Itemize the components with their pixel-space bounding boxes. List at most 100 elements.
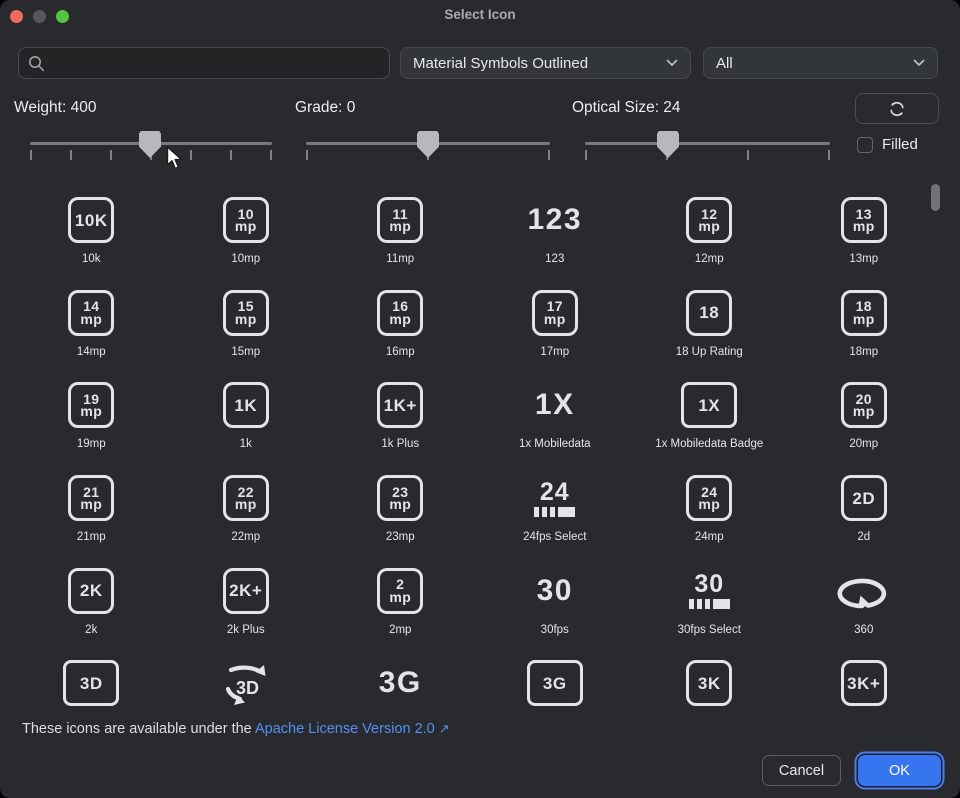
icon-cell-20mp[interactable]: 20mp20mp [787, 365, 942, 458]
icon-label: 2mp [389, 624, 411, 636]
icon-cell-360[interactable]: 360 [787, 551, 942, 644]
slider-tick [548, 150, 550, 160]
icon-cell-11mp[interactable]: 11mp11mp [323, 180, 478, 273]
font-select[interactable]: Material Symbols Outlined [400, 47, 691, 79]
icon-cell-17mp[interactable]: 17mp17mp [478, 273, 633, 366]
icon-label: 13mp [849, 253, 878, 265]
scrollbar-thumb[interactable] [931, 184, 940, 211]
icon-label: 10mp [231, 253, 260, 265]
icon-cell-13mp[interactable]: 13mp 13mp [787, 180, 942, 273]
slider-tick [110, 150, 112, 160]
123-icon: 123 [527, 192, 582, 248]
window-title: Select Icon [0, 7, 960, 22]
icon-cell-18-up-rating[interactable]: 1818 Up Rating [632, 273, 787, 366]
svg-text:3D: 3D [236, 678, 259, 698]
icon-cell-30fps[interactable]: 3030fps [478, 551, 633, 644]
icon-cell-1x-mobiledata-badge[interactable]: 1X1x Mobiledata Badge [632, 365, 787, 458]
cancel-button[interactable]: Cancel [762, 755, 841, 786]
icon-cell-1x-mobiledata[interactable]: 1X1x Mobiledata [478, 365, 633, 458]
icon-label: 20mp [849, 438, 878, 450]
license-link[interactable]: Apache License Version 2.0 [255, 721, 435, 737]
weight-slider[interactable] [30, 130, 272, 162]
icon-cell-22mp[interactable]: 22mp22mp [169, 458, 324, 551]
2d-icon: 2D [841, 470, 887, 526]
slider-thumb[interactable] [417, 131, 439, 158]
18-up-rating-icon: 18 [686, 285, 732, 341]
icon-cell-24mp[interactable]: 24mp 24mp [632, 458, 787, 551]
icon-cell-123[interactable]: 123123 [478, 180, 633, 273]
12mp-icon: 12mp [686, 192, 732, 248]
icon-cell-30fps-select[interactable]: 3030fps Select [632, 551, 787, 644]
optical-size-label: Optical Size: 24 [572, 99, 681, 117]
icon-cell-18mp[interactable]: 18mp 18mp [787, 273, 942, 366]
24mp-icon: 24mp [686, 470, 732, 526]
slider-thumb[interactable] [657, 131, 679, 158]
font-select-value: Material Symbols Outlined [413, 55, 666, 72]
search-input[interactable] [52, 54, 380, 73]
icon-cell-2mp[interactable]: 2mp2mp [323, 551, 478, 644]
icon-cell-3g-badge[interactable]: 3G [478, 643, 633, 712]
icon-cell-12mp[interactable]: 12mp 12mp [632, 180, 787, 273]
icon-cell-10mp[interactable]: 10mp10mp [169, 180, 324, 273]
1k-plus-icon: 1K+ [377, 377, 423, 433]
optical-size-slider[interactable] [585, 130, 830, 162]
13mp-icon: 13mp [841, 192, 887, 248]
icon-cell-1k[interactable]: 1K1k [169, 365, 324, 458]
3g-icon: 3G [379, 655, 422, 711]
icon-label: 30fps Select [678, 624, 741, 636]
category-select[interactable]: All [703, 47, 938, 79]
18mp-icon: 18mp [841, 285, 887, 341]
slider-tick [230, 150, 232, 160]
icon-grid[interactable]: 10K10k10mp10mp11mp11mp123123 12mp 12mp 13mp… [14, 180, 942, 712]
icon-cell-3d[interactable]: 3D [14, 643, 169, 712]
icon-cell-16mp[interactable]: 16mp16mp [323, 273, 478, 366]
19mp-icon: 19mp [68, 377, 114, 433]
icon-label: 12mp [695, 253, 724, 265]
icon-label: 1x Mobiledata [519, 438, 591, 450]
slider-thumb[interactable] [139, 131, 161, 158]
icon-cell-24fps-select[interactable]: 24 24fps Select [478, 458, 633, 551]
icon-label: 11mp [386, 253, 414, 265]
search-field[interactable] [18, 47, 390, 79]
filled-checkbox-label: Filled [882, 136, 918, 153]
icon-label: 24fps Select [523, 531, 586, 543]
icon-label: 2d [857, 531, 870, 543]
icon-label: 15mp [231, 346, 260, 358]
icon-cell-3g[interactable]: 3G [323, 643, 478, 712]
icon-cell-23mp[interactable]: 23mp23mp [323, 458, 478, 551]
icon-cell-14mp[interactable]: 14mp14mp [14, 273, 169, 366]
21mp-icon: 21mp [68, 470, 114, 526]
icon-cell-15mp[interactable]: 15mp15mp [169, 273, 324, 366]
icon-cell-21mp[interactable]: 21mp21mp [14, 458, 169, 551]
30fps-icon: 30 [537, 563, 573, 619]
icon-label: 1k [240, 438, 252, 450]
icon-label: 24mp [695, 531, 724, 543]
24fps-select-icon: 24 [534, 470, 575, 526]
icon-cell-2k-plus[interactable]: 2K+2k Plus [169, 551, 324, 644]
slider-tick [828, 150, 830, 160]
icon-cell-3d-rotation[interactable]: 3D [169, 643, 324, 712]
3g-badge-icon: 3G [527, 655, 583, 711]
16mp-icon: 16mp [377, 285, 423, 341]
icon-cell-1k-plus[interactable]: 1K+1k Plus [323, 365, 478, 458]
filled-checkbox[interactable] [857, 137, 873, 153]
reset-button[interactable] [855, 93, 939, 124]
grade-label: Grade: 0 [295, 99, 355, 117]
icon-label: 18mp [849, 346, 878, 358]
slider-tick [30, 150, 32, 160]
icon-cell-10k[interactable]: 10K10k [14, 180, 169, 273]
slider-tick [585, 150, 587, 160]
grade-slider[interactable] [306, 130, 550, 162]
select-icon-dialog: Select Icon Material Symbols Outlined Al… [0, 0, 960, 798]
ok-button[interactable]: OK [858, 755, 941, 786]
icon-cell-2k[interactable]: 2K2k [14, 551, 169, 644]
icon-cell-3k[interactable]: 3K [632, 643, 787, 712]
refresh-icon [887, 100, 907, 118]
icon-cell-2d[interactable]: 2D2d [787, 458, 942, 551]
icon-cell-19mp[interactable]: 19mp19mp [14, 365, 169, 458]
external-link-icon: ↗ [439, 721, 450, 736]
icon-label: 2k Plus [227, 624, 265, 636]
chevron-down-icon [913, 59, 925, 67]
2k-icon: 2K [68, 563, 114, 619]
icon-cell-3k-plus[interactable]: 3K+ [787, 643, 942, 712]
